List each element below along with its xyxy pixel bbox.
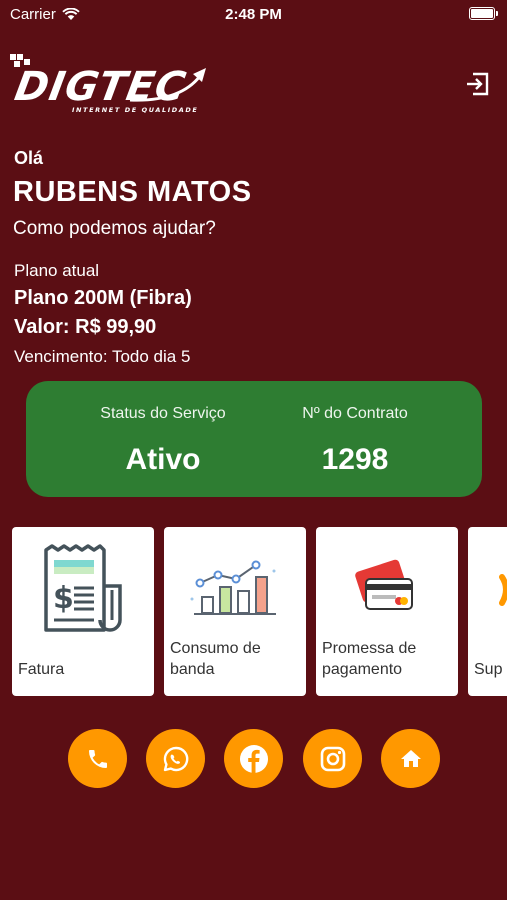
- whatsapp-icon: [163, 746, 188, 771]
- plan-label: Plano atual: [14, 261, 100, 280]
- invoice-icon: $: [44, 544, 122, 632]
- instagram-icon: [320, 746, 345, 771]
- svg-text:$: $: [53, 581, 74, 616]
- tile-payment-promise[interactable]: Promessa de pagamento: [316, 527, 458, 696]
- whatsapp-button[interactable]: [146, 729, 205, 788]
- support-icon: [499, 574, 507, 606]
- tile-invoice-label: Fatura: [18, 661, 65, 678]
- help-text: Como podemos ajudar?: [13, 218, 216, 239]
- home-icon: [400, 749, 421, 767]
- clock: 2:48 PM: [225, 6, 282, 23]
- logo-wordmark: DIGTEC: [11, 63, 189, 110]
- instagram-button[interactable]: [303, 729, 362, 788]
- phone-button[interactable]: [68, 729, 127, 788]
- home-button[interactable]: [381, 729, 440, 788]
- tile-invoice[interactable]: $ Fatura: [12, 527, 154, 696]
- phone-icon: [88, 749, 107, 768]
- bandwidth-chart-icon: [190, 560, 276, 615]
- service-status-card: Status do Serviço Ativo Nº do Contrato 1…: [26, 381, 482, 497]
- contract-number-label: Nº do Contrato: [302, 405, 408, 422]
- logo-tagline: INTERNET DE QUALIDADE: [72, 106, 198, 114]
- tile-bandwidth[interactable]: Consumo de banda: [164, 527, 306, 696]
- service-status-value: Ativo: [125, 443, 201, 476]
- tile-bandwidth-label: Consumo de banda: [170, 640, 261, 678]
- service-status-label: Status do Serviço: [100, 405, 226, 422]
- logout-icon[interactable]: [464, 70, 492, 98]
- credit-card-icon: [355, 559, 413, 610]
- battery-icon: [469, 7, 498, 20]
- status-bar: Carrier 2:48 PM: [0, 0, 507, 28]
- contract-number-value: 1298: [321, 443, 389, 476]
- facebook-icon: [239, 744, 268, 773]
- tile-support[interactable]: Sup: [468, 527, 507, 696]
- plan-value: Valor: R$ 99,90: [14, 316, 157, 338]
- facebook-button[interactable]: [224, 729, 283, 788]
- digtec-logo: DIGTEC INTERNET DE QUALIDADE: [10, 54, 206, 114]
- contract-number: Nº do Contrato 1298: [270, 405, 440, 477]
- tile-payment-promise-label: Promessa de pagamento: [322, 640, 417, 678]
- tile-support-label: Sup: [474, 661, 503, 678]
- contact-buttons: [0, 729, 507, 789]
- feature-tiles: $ Fatura Consumo de banda Promessa de pa…: [12, 527, 507, 697]
- user-name: RUBENS MATOS: [13, 176, 252, 208]
- plan-due-date: Vencimento: Todo dia 5: [14, 347, 191, 366]
- plan-name: Plano 200M (Fibra): [14, 287, 192, 309]
- battery-level: [471, 9, 493, 18]
- service-status: Status do Serviço Ativo: [76, 405, 250, 477]
- greeting: Olá: [14, 148, 44, 168]
